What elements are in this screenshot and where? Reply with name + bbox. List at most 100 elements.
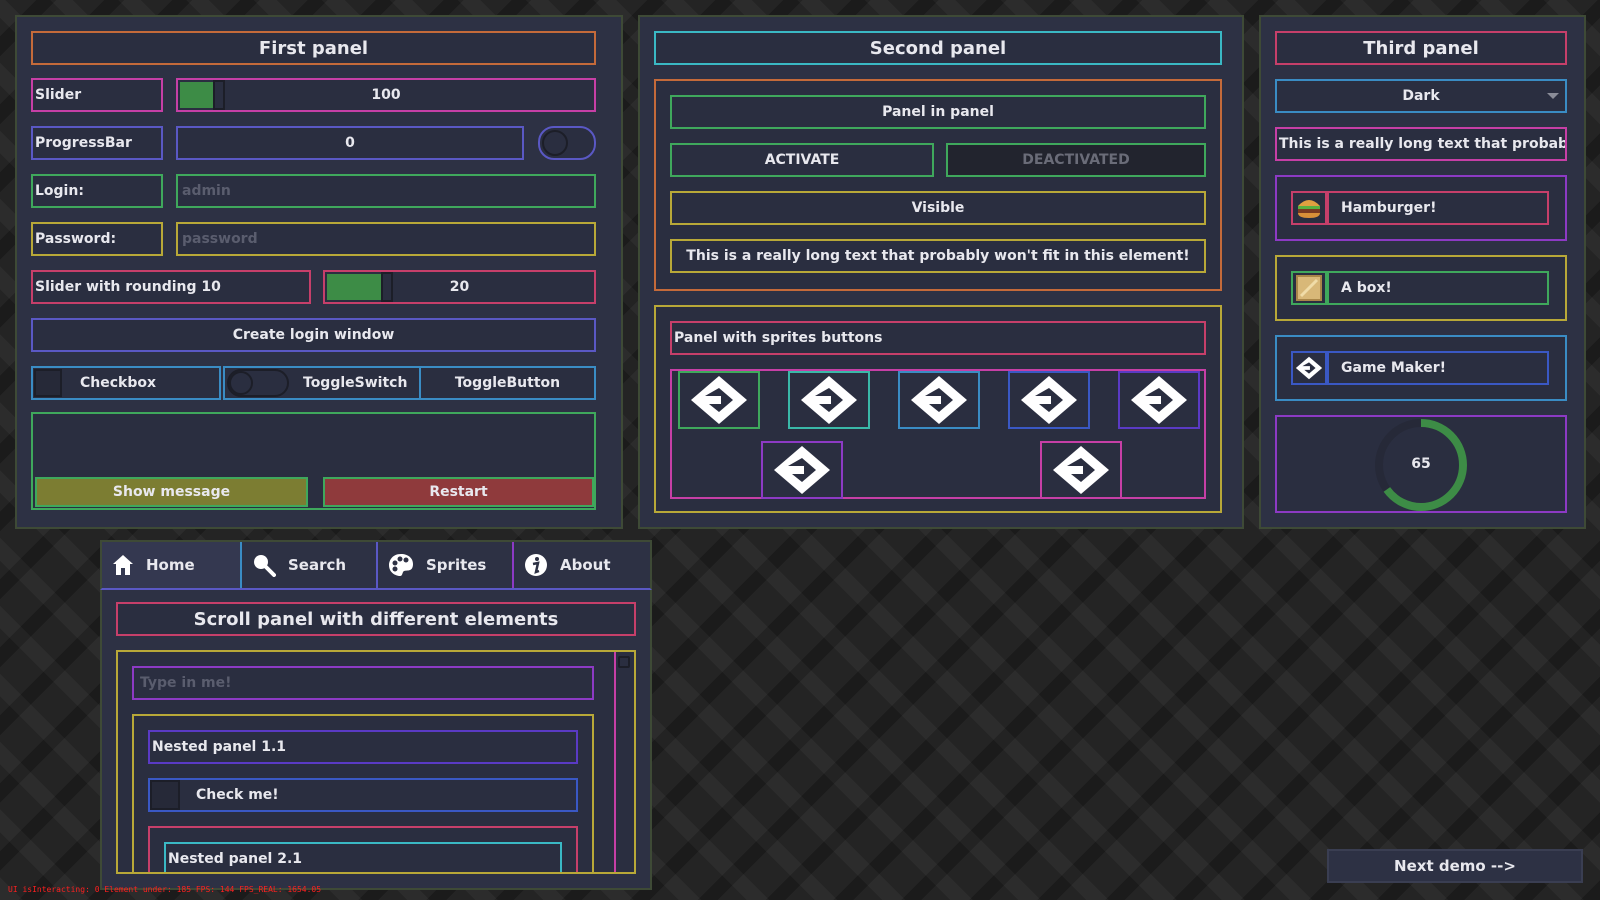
first-panel: First panel Slider 100 ProgressBar 0 Log… xyxy=(15,15,623,529)
message-area: Show message Restart xyxy=(31,412,596,510)
box-icon xyxy=(1291,271,1327,305)
radial-progress-panel: 65 xyxy=(1275,415,1567,513)
password-placeholder: password xyxy=(182,231,258,247)
scroll-panel: Scroll panel with different elements Typ… xyxy=(100,590,652,890)
nested-panel-1-title: Nested panel 1.1 xyxy=(148,730,578,764)
slider-handle[interactable] xyxy=(213,80,225,110)
scroll-panel-title: Scroll panel with different elements xyxy=(116,602,636,636)
login-input[interactable]: admin xyxy=(176,174,596,208)
visible-button[interactable]: Visible xyxy=(670,191,1206,225)
gamemaker-item[interactable]: Game Maker! xyxy=(1275,335,1567,401)
tab-search[interactable]: Search xyxy=(242,542,378,588)
sprite-button-7[interactable] xyxy=(1040,441,1122,499)
checkbox-box[interactable] xyxy=(34,369,62,397)
second-panel-title: Second panel xyxy=(654,31,1222,65)
panel-in-panel: Panel in panel ACTIVATE DEACTIVATED Visi… xyxy=(654,79,1222,291)
radial-progress-value: 65 xyxy=(1411,456,1431,472)
slider-fill xyxy=(180,82,213,108)
show-message-button[interactable]: Show message xyxy=(35,477,308,507)
slider[interactable]: 100 xyxy=(176,78,596,112)
login-label: Login: xyxy=(31,174,163,208)
first-panel-title: First panel xyxy=(31,31,596,65)
theme-dropdown[interactable]: Dark xyxy=(1275,79,1567,113)
sprites-panel: Panel with sprites buttons xyxy=(654,305,1222,513)
scrollbar-track[interactable] xyxy=(614,652,632,872)
check-me-row[interactable]: Check me! xyxy=(148,778,578,812)
sprite-button-6[interactable] xyxy=(761,441,843,499)
home-icon xyxy=(113,555,133,575)
progressbar: 0 xyxy=(176,126,524,160)
type-in-input[interactable]: Type in me! xyxy=(132,666,594,700)
second-panel: Second panel Panel in panel ACTIVATE DEA… xyxy=(638,15,1244,529)
slider-rounding[interactable]: 20 xyxy=(323,270,596,304)
tab-bar: Home Search Sprites About xyxy=(100,540,652,590)
gamemaker-icon xyxy=(1053,446,1109,494)
scroll-area[interactable]: Type in me! Nested panel 1.1 Check me! N… xyxy=(116,650,636,874)
hamburger-label: Hamburger! xyxy=(1327,191,1549,225)
checkbox-row[interactable]: Checkbox xyxy=(31,366,221,400)
tab-home-label: Home xyxy=(146,556,195,574)
password-label: Password: xyxy=(31,222,163,256)
long-text-label: This is a really long text that probably… xyxy=(670,239,1206,273)
check-me-label: Check me! xyxy=(196,787,279,803)
tab-about[interactable]: About xyxy=(514,542,650,588)
nested-panel-1: Nested panel 1.1 Check me! Nested panel … xyxy=(132,714,594,872)
sprite-button-4[interactable] xyxy=(1008,371,1090,429)
progressbar-label: ProgressBar xyxy=(31,126,163,160)
info-icon xyxy=(525,554,547,576)
sprite-button-2[interactable] xyxy=(788,371,870,429)
long-text-truncated: This is a really long text that probably… xyxy=(1275,127,1567,161)
theme-dropdown-value: Dark xyxy=(1402,88,1440,104)
toggle-switch-row[interactable]: ToggleSwitch xyxy=(223,366,421,400)
restart-button[interactable]: Restart xyxy=(323,477,594,507)
gamemaker-label: Game Maker! xyxy=(1327,351,1549,385)
tab-about-label: About xyxy=(560,556,611,574)
nested-panel-2-title: Nested panel 2.1 xyxy=(164,842,562,872)
slider-value: 100 xyxy=(371,87,401,103)
gamemaker-icon xyxy=(911,376,967,424)
tab-sprites[interactable]: Sprites xyxy=(378,542,514,588)
gamemaker-icon xyxy=(691,376,747,424)
toggle-switch-label: ToggleSwitch xyxy=(303,375,408,391)
sprites-panel-title: Panel with sprites buttons xyxy=(670,321,1206,355)
login-placeholder: admin xyxy=(182,183,231,199)
hamburger-item[interactable]: Hamburger! xyxy=(1275,175,1567,241)
hamburger-icon xyxy=(1291,191,1327,225)
toggle-switch[interactable] xyxy=(227,369,289,397)
sprite-button-3[interactable] xyxy=(898,371,980,429)
tab-home[interactable]: Home xyxy=(102,542,242,588)
sprite-button-5[interactable] xyxy=(1118,371,1200,429)
checkbox-label: Checkbox xyxy=(80,375,157,391)
password-input[interactable]: password xyxy=(176,222,596,256)
create-login-window-button[interactable]: Create login window xyxy=(31,318,596,352)
toggle-button[interactable]: ToggleButton xyxy=(419,366,596,400)
panel-in-panel-title: Panel in panel xyxy=(670,95,1206,129)
sprite-button-1[interactable] xyxy=(678,371,760,429)
sprites-grid xyxy=(670,369,1206,499)
progress-toggle-switch[interactable] xyxy=(538,126,596,160)
third-panel-title: Third panel xyxy=(1275,31,1567,65)
tab-sprites-label: Sprites xyxy=(426,556,487,574)
gamemaker-icon xyxy=(1291,351,1327,385)
activate-button[interactable]: ACTIVATE xyxy=(670,143,934,177)
slider-rounding-handle[interactable] xyxy=(381,272,393,302)
third-panel: Third panel Dark This is a really long t… xyxy=(1259,15,1586,529)
gamemaker-icon xyxy=(1131,376,1187,424)
check-me-checkbox[interactable] xyxy=(150,780,180,810)
type-in-placeholder: Type in me! xyxy=(140,675,232,691)
gamemaker-icon xyxy=(801,376,857,424)
search-icon xyxy=(254,555,276,577)
scrollbar-handle[interactable] xyxy=(618,656,630,668)
tab-search-label: Search xyxy=(288,556,347,574)
gamemaker-icon xyxy=(774,446,830,494)
gamemaker-icon xyxy=(1021,376,1077,424)
slider-rounding-fill xyxy=(327,274,381,300)
nested-panel-2: Nested panel 2.1 xyxy=(148,826,578,872)
next-demo-button[interactable]: Next demo --> xyxy=(1327,849,1583,883)
box-item[interactable]: A box! xyxy=(1275,255,1567,321)
deactivated-button[interactable]: DEACTIVATED xyxy=(946,143,1206,177)
chevron-down-icon xyxy=(1547,93,1559,99)
debug-text: UI isInteracting: 0 Element under: 185 F… xyxy=(8,885,322,894)
slider-label: Slider xyxy=(31,78,163,112)
toggle-knob xyxy=(542,130,568,156)
